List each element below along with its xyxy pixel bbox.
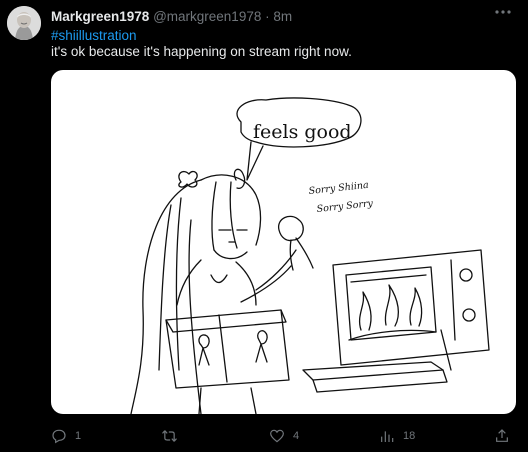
avatar-image	[7, 6, 41, 40]
illustration: feels good Sorry Shiina Sorry Sorry	[130, 97, 490, 414]
share-button[interactable]	[494, 426, 510, 446]
views-button[interactable]: 18	[379, 426, 415, 446]
more-options-button[interactable]	[492, 4, 514, 20]
hashtag-link[interactable]: #shiillustration	[51, 27, 137, 44]
speech-bubble-text: feels good	[253, 121, 352, 143]
timestamp[interactable]: 8m	[273, 9, 292, 24]
like-button[interactable]: 4	[269, 426, 299, 446]
more-horizontal-icon	[495, 10, 511, 14]
avatar[interactable]	[7, 6, 41, 40]
caption-line-2: Sorry Sorry	[316, 198, 374, 215]
doll	[278, 215, 304, 242]
retweet-icon	[162, 430, 177, 442]
heart-icon	[270, 429, 284, 443]
reply-icon	[52, 429, 66, 444]
reply-button[interactable]: 1	[51, 426, 81, 446]
separator-dot: ·	[265, 9, 270, 24]
tweet[interactable]: Markgreen1978 @markgreen1978 · 8m #shiil…	[0, 0, 528, 452]
reply-count: 1	[75, 430, 82, 442]
retweet-button[interactable]	[161, 426, 186, 446]
views-count: 18	[403, 430, 416, 442]
user-handle[interactable]: @markgreen1978	[153, 9, 261, 24]
tweet-media-image[interactable]: feels good Sorry Shiina Sorry Sorry	[51, 70, 516, 414]
share-icon	[496, 429, 508, 442]
tweet-actions: 1 4 18	[51, 426, 516, 446]
views-icon	[381, 431, 394, 442]
tweet-header: Markgreen1978 @markgreen1978 · 8m	[51, 8, 491, 26]
tweet-text: it's ok because it's happening on stream…	[51, 44, 352, 59]
display-name[interactable]: Markgreen1978	[51, 9, 149, 24]
box	[165, 309, 290, 389]
caption-line-1: Sorry Shiina	[308, 180, 369, 197]
like-count: 4	[293, 430, 300, 442]
